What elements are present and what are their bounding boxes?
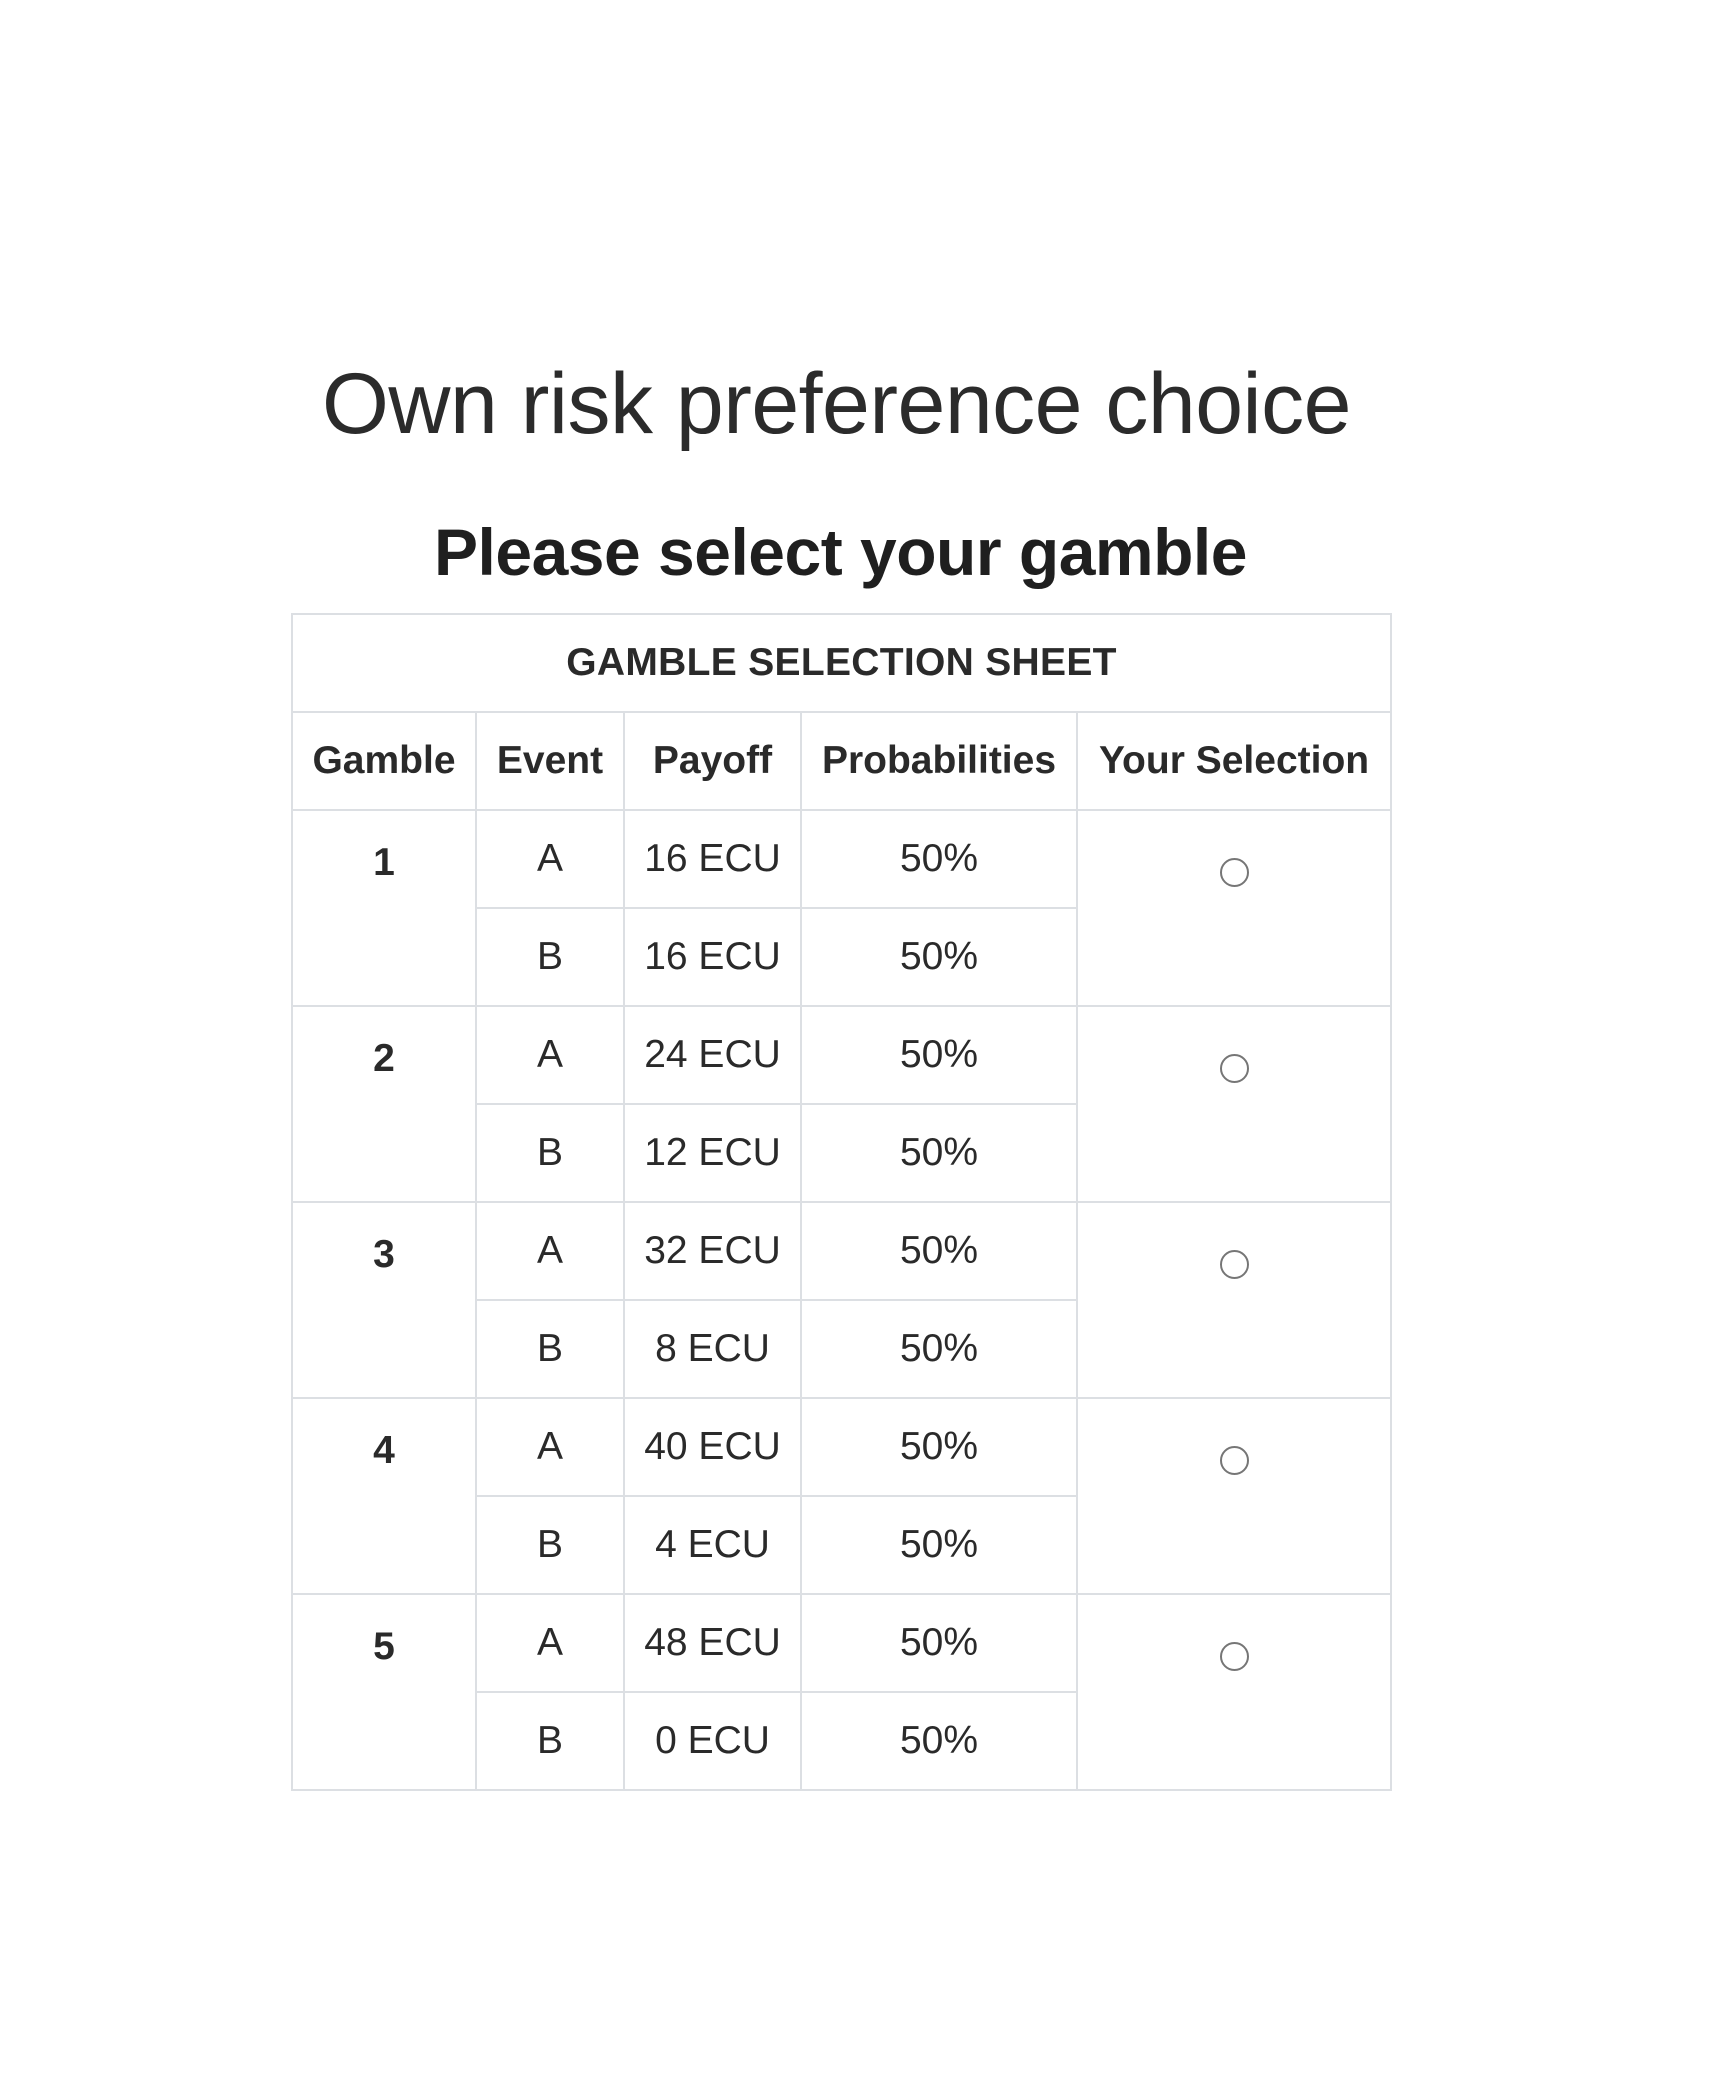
gamble-3-radio[interactable]: [1219, 1250, 1249, 1279]
event-cell: B: [475, 907, 625, 1007]
probability-cell: 50%: [800, 907, 1078, 1007]
payoff-cell: 8 ECU: [623, 1299, 802, 1399]
payoff-cell: 12 ECU: [623, 1103, 802, 1203]
probability-cell: 50%: [800, 1299, 1078, 1399]
selection-cell: [1075, 809, 1393, 1007]
gamble-number: 1: [291, 809, 477, 1007]
table-row: 5 A 48 ECU 50%: [291, 1593, 1393, 1791]
payoff-cell: 4 ECU: [623, 1495, 802, 1595]
table-row: 1 A 16 ECU 50%: [291, 809, 1393, 1007]
probability-cell: 50%: [800, 1593, 1078, 1693]
payoff-cell: 16 ECU: [623, 809, 802, 909]
event-cell: A: [475, 1201, 625, 1301]
selection-cell: [1075, 1201, 1393, 1399]
event-cell: B: [475, 1103, 625, 1203]
gamble-1-radio[interactable]: [1219, 858, 1249, 887]
gamble-2-radio[interactable]: [1219, 1054, 1249, 1083]
probability-cell: 50%: [800, 1495, 1078, 1595]
probability-cell: 50%: [800, 1691, 1078, 1791]
probability-cell: 50%: [800, 1397, 1078, 1497]
event-cell: B: [475, 1495, 625, 1595]
header-your-selection: Your Selection: [1075, 711, 1393, 811]
table-row: 3 A 32 ECU 50%: [291, 1201, 1393, 1399]
event-cell: B: [475, 1299, 625, 1399]
gamble-selection-table: GAMBLE SELECTION SHEET Gamble Event Payo…: [290, 613, 1393, 1791]
probability-cell: 50%: [800, 1201, 1078, 1301]
header-event: Event: [475, 711, 625, 811]
header-gamble: Gamble: [291, 711, 477, 811]
event-cell: A: [475, 1593, 625, 1693]
payoff-cell: 16 ECU: [623, 907, 802, 1007]
gamble-number: 5: [291, 1593, 477, 1791]
page-title: Own risk preference choice: [322, 356, 1352, 452]
page-subtitle: Please select your gamble: [434, 515, 1247, 589]
header-probabilities: Probabilities: [800, 711, 1078, 811]
payoff-cell: 48 ECU: [623, 1593, 802, 1693]
gamble-4-radio[interactable]: [1219, 1446, 1249, 1475]
table-caption-row: GAMBLE SELECTION SHEET: [290, 613, 1393, 713]
selection-cell: [1075, 1593, 1393, 1791]
selection-cell: [1075, 1005, 1393, 1203]
header-payoff: Payoff: [623, 711, 802, 811]
table-row: 2 A 24 ECU 50%: [291, 1005, 1393, 1203]
event-cell: A: [475, 809, 625, 909]
table-caption: GAMBLE SELECTION SHEET: [290, 613, 1393, 713]
table-header-row: Gamble Event Payoff Probabilities Your S…: [291, 711, 1393, 811]
event-cell: B: [475, 1691, 625, 1791]
gamble-number: 4: [291, 1397, 477, 1595]
payoff-cell: 24 ECU: [623, 1005, 802, 1105]
table-row: 4 A 40 ECU 50%: [291, 1397, 1393, 1595]
gamble-5-radio[interactable]: [1219, 1642, 1249, 1671]
gamble-number: 3: [291, 1201, 477, 1399]
page: Own risk preference choice Please select…: [0, 0, 1714, 2093]
payoff-cell: 40 ECU: [623, 1397, 802, 1497]
selection-cell: [1075, 1397, 1393, 1595]
probability-cell: 50%: [800, 1103, 1078, 1203]
event-cell: A: [475, 1005, 625, 1105]
probability-cell: 50%: [800, 809, 1078, 909]
probability-cell: 50%: [800, 1005, 1078, 1105]
payoff-cell: 32 ECU: [623, 1201, 802, 1301]
gamble-number: 2: [291, 1005, 477, 1203]
event-cell: A: [475, 1397, 625, 1497]
payoff-cell: 0 ECU: [623, 1691, 802, 1791]
